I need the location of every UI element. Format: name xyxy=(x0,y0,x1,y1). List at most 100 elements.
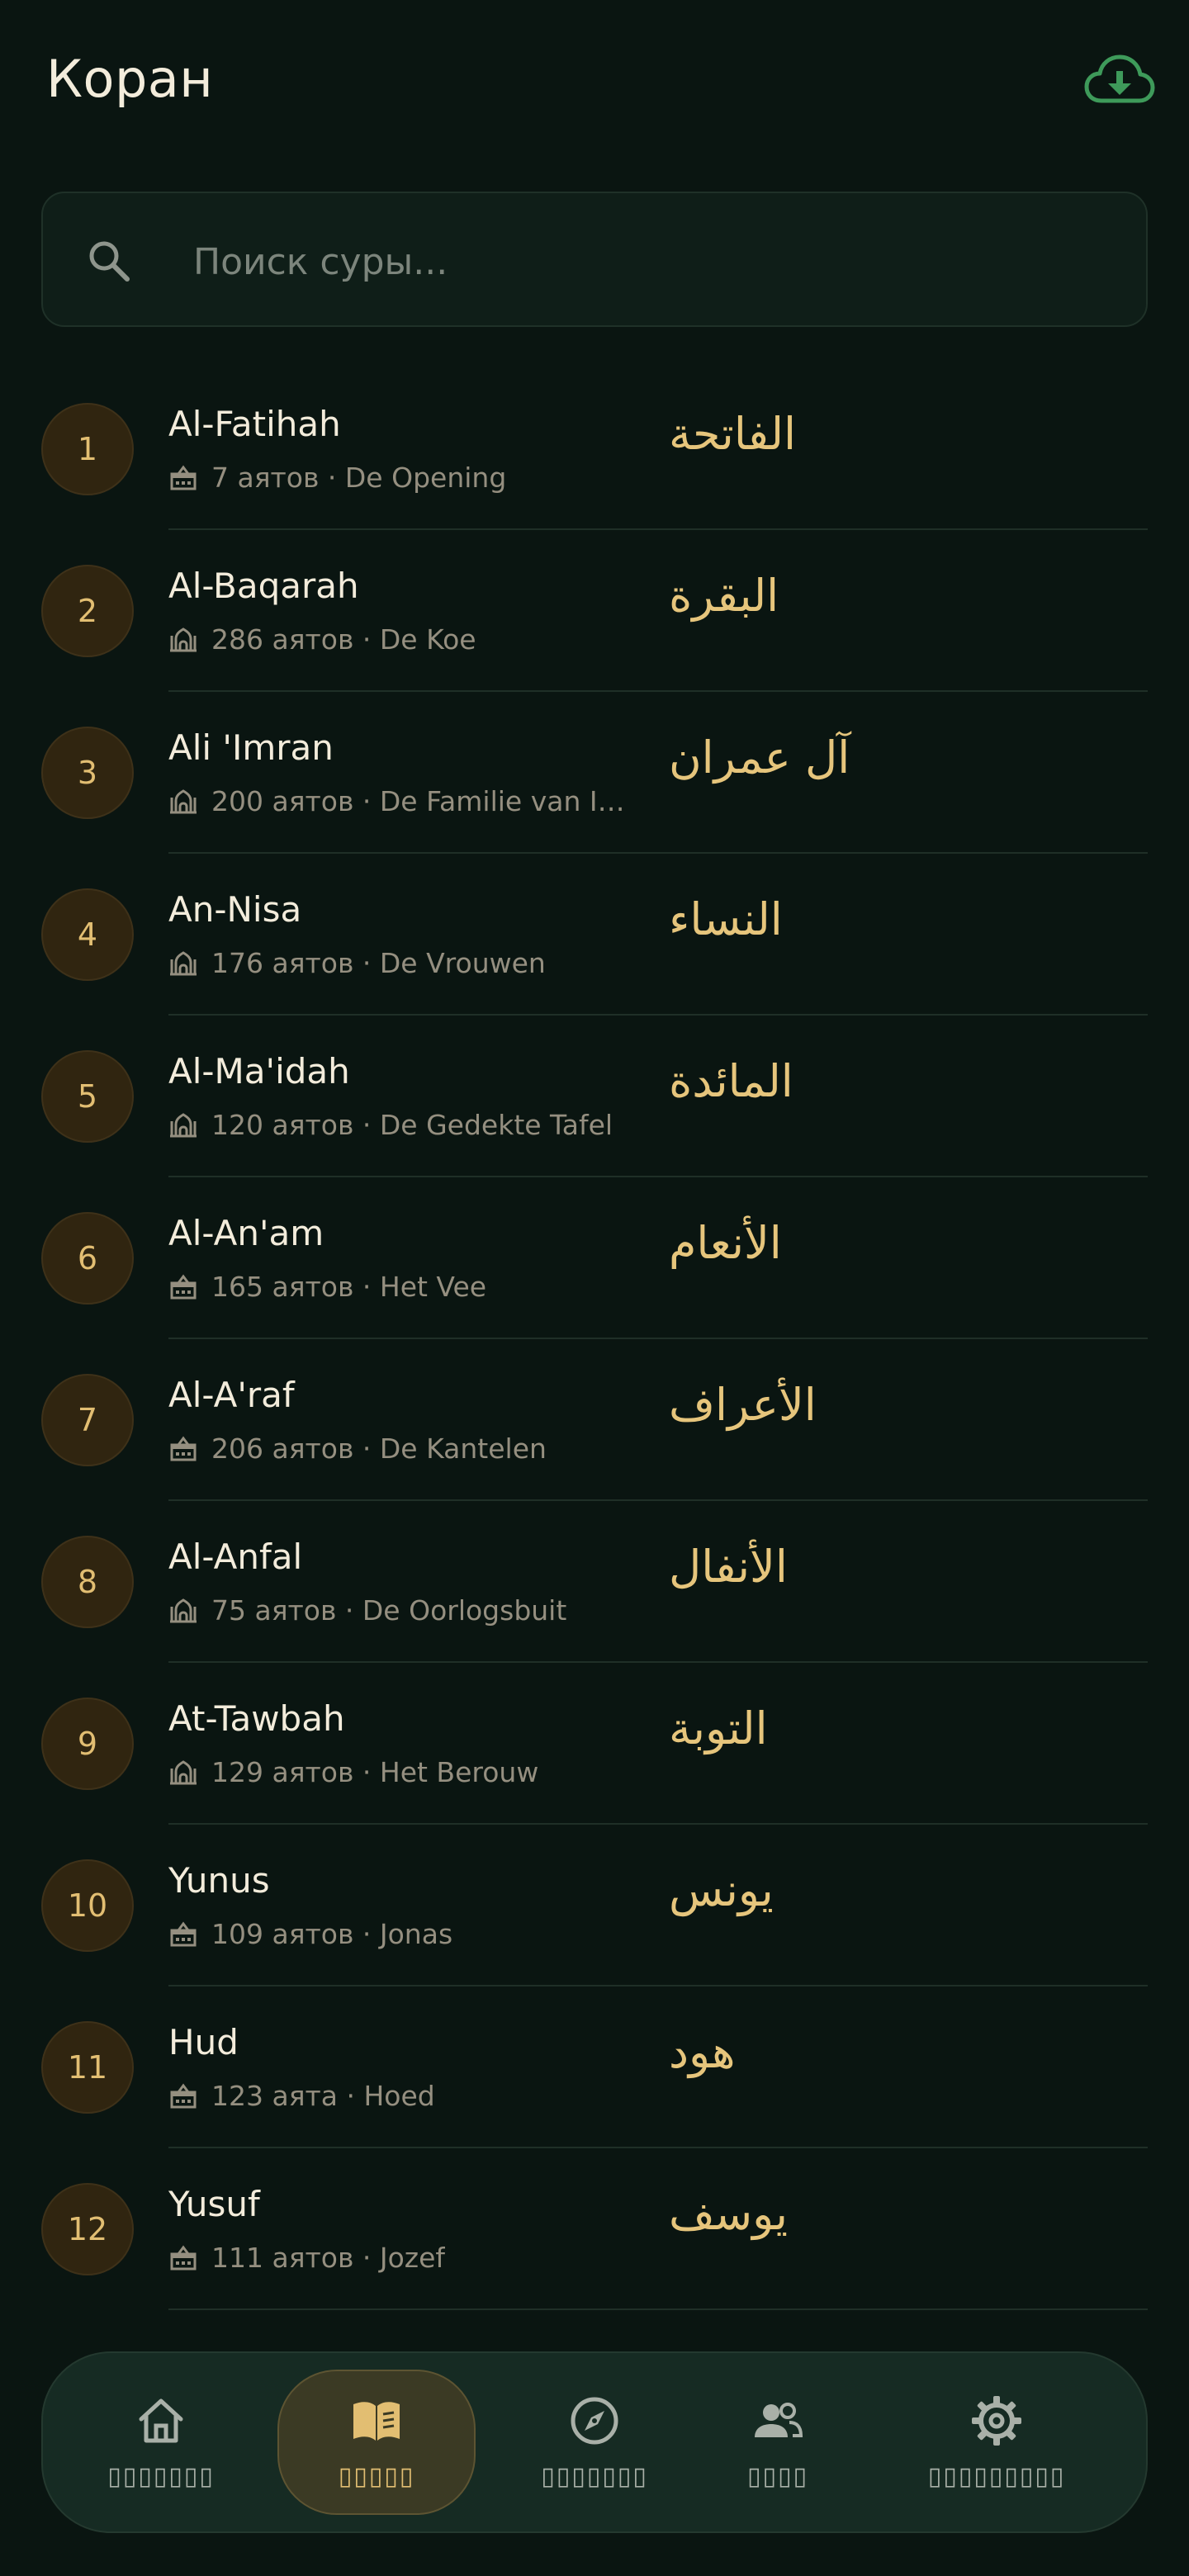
nav-item-qibla[interactable]: ▯▯▯▯▯▯▯ xyxy=(504,2370,685,2515)
people-icon xyxy=(751,2394,804,2447)
surah-row[interactable]: 2 Al-Baqarah 286 аятов · De Koe البقرة xyxy=(0,530,1189,692)
mosque-icon xyxy=(168,1757,198,1787)
surah-meta-text: 120 аятов · De Gedekte Tafel xyxy=(211,1108,613,1141)
surah-meta-text: 75 аятов · De Oorlogsbuit xyxy=(211,1593,567,1627)
surah-arabic-name: المائدة xyxy=(669,1055,793,1107)
surah-name: Al-Baqarah xyxy=(168,566,359,606)
surah-row[interactable]: 6 Al-An'am 165 аятов · Het Vee الأنعام xyxy=(0,1177,1189,1339)
surah-name: Ali 'Imran xyxy=(168,727,334,768)
nav-label: ▯▯▯▯▯ xyxy=(338,2461,415,2491)
surah-number-badge: 7 xyxy=(41,1374,134,1466)
search-bar[interactable] xyxy=(41,192,1148,327)
surah-meta: 200 аятов · De Familie van Imr... xyxy=(168,783,647,819)
mosque-icon xyxy=(168,1595,198,1625)
mosque-icon xyxy=(168,786,198,816)
kaaba-icon xyxy=(168,1919,198,1949)
surah-meta: 165 аятов · Het Vee xyxy=(168,1268,647,1305)
cloud-download-icon xyxy=(1084,54,1155,103)
nav-item-home[interactable]: ▯▯▯▯▯▯▯ xyxy=(74,2370,248,2515)
home-icon xyxy=(135,2394,187,2447)
surah-number-badge: 12 xyxy=(41,2183,134,2275)
surah-meta: 111 аятов · Jozef xyxy=(168,2239,647,2275)
surah-number-badge: 6 xyxy=(41,1212,134,1305)
surah-number-badge: 4 xyxy=(41,888,134,981)
surah-row[interactable]: 5 Al-Ma'idah 120 аятов · De Gedekte Tafel ا… xyxy=(0,1016,1189,1177)
surah-name: Yunus xyxy=(168,1860,270,1901)
surah-row[interactable]: 10 Yunus 109 аятов · Jonas يونس xyxy=(0,1825,1189,1986)
surah-name: Yusuf xyxy=(168,2184,260,2224)
surah-row[interactable]: 7 Al-A'raf 206 аятов · De Kantelen الأعراف xyxy=(0,1339,1189,1501)
surah-meta-text: 206 аятов · De Kantelen xyxy=(211,1432,547,1465)
surah-number-badge: 9 xyxy=(41,1698,134,1790)
search-icon xyxy=(89,241,130,282)
surah-name: Al-An'am xyxy=(168,1213,324,1253)
search-input[interactable] xyxy=(192,226,1120,297)
nav-label: ▯▯▯▯▯▯▯▯▯ xyxy=(927,2461,1066,2491)
nav-item-quran[interactable]: ▯▯▯▯▯ xyxy=(277,2370,476,2515)
surah-meta: 176 аятов · De Vrouwen xyxy=(168,945,647,981)
surah-number-badge: 11 xyxy=(41,2021,134,2114)
surah-arabic-name: هود xyxy=(669,2026,736,2078)
surah-name: Al-Ma'idah xyxy=(168,1051,350,1091)
surah-row[interactable]: 1 Al-Fatihah 7 аятов · De Opening الفاتحة xyxy=(0,368,1189,530)
surah-row[interactable]: 11 Hud 123 аята · Hoed هود xyxy=(0,1986,1189,2148)
surah-meta-text: 129 аятов · Het Berouw xyxy=(211,1755,539,1788)
surah-number-badge: 1 xyxy=(41,403,134,495)
surah-number-badge: 5 xyxy=(41,1050,134,1143)
app-header: Коран xyxy=(0,0,1189,165)
surah-arabic-name: الفاتحة xyxy=(669,408,797,460)
surah-name: Al-A'raf xyxy=(168,1375,295,1415)
surah-meta-text: 123 аята · Hoed xyxy=(211,2079,435,2112)
surah-meta: 7 аятов · De Opening xyxy=(168,459,647,495)
kaaba-icon xyxy=(168,462,198,492)
surah-arabic-name: آل عمران xyxy=(669,732,850,784)
nav-item-community[interactable]: ▯▯▯▯ xyxy=(712,2370,844,2515)
kaaba-icon xyxy=(168,2242,198,2272)
surah-meta: 123 аята · Hoed xyxy=(168,2077,647,2114)
surah-arabic-name: يونس xyxy=(669,1864,774,1916)
surah-name: Al-Fatihah xyxy=(168,404,341,444)
surah-meta: 129 аятов · Het Berouw xyxy=(168,1754,647,1790)
surah-number-badge: 2 xyxy=(41,565,134,657)
surah-arabic-name: البقرة xyxy=(669,570,779,622)
mosque-icon xyxy=(168,948,198,978)
surah-number-badge: 8 xyxy=(41,1536,134,1628)
surah-meta: 120 аятов · De Gedekte Tafel xyxy=(168,1106,647,1143)
surah-meta-text: 7 аятов · De Opening xyxy=(211,461,507,494)
nav-label: ▯▯▯▯▯▯▯ xyxy=(107,2461,215,2491)
surah-number-badge: 3 xyxy=(41,727,134,819)
surah-arabic-name: الأعراف xyxy=(669,1379,817,1431)
surah-meta: 286 аятов · De Koe xyxy=(168,621,647,657)
surah-row[interactable]: 9 At-Tawbah 129 аятов · Het Berouw التوبة xyxy=(0,1663,1189,1825)
surah-meta-text: 111 аятов · Jozef xyxy=(211,2241,446,2274)
surah-arabic-name: التوبة xyxy=(669,1702,768,1754)
nav-item-settings[interactable]: ▯▯▯▯▯▯▯▯▯ xyxy=(869,2370,1125,2515)
surah-arabic-name: يوسف xyxy=(669,2188,789,2240)
gear-icon xyxy=(970,2394,1023,2447)
bottom-navigation: ▯▯▯▯▯▯▯ ▯▯▯▯▯ ▯▯▯▯▯▯▯ ▯▯▯▯ ▯▯▯▯▯▯▯▯▯ xyxy=(41,2351,1148,2533)
kaaba-icon xyxy=(168,1433,198,1463)
surah-meta: 109 аятов · Jonas xyxy=(168,1915,647,1952)
surah-row[interactable]: 8 Al-Anfal 75 аятов · De Oorlogsbuit الأنفا… xyxy=(0,1501,1189,1663)
compass-icon xyxy=(568,2394,621,2447)
mosque-icon xyxy=(168,1110,198,1139)
download-button[interactable] xyxy=(1080,46,1159,112)
surah-meta-text: 109 аятов · Jonas xyxy=(211,1917,453,1950)
kaaba-icon xyxy=(168,1271,198,1301)
surah-row[interactable]: 4 An-Nisa 176 аятов · De Vrouwen النساء xyxy=(0,854,1189,1016)
surah-meta-text: 286 аятов · De Koe xyxy=(211,623,476,656)
surah-name: An-Nisa xyxy=(168,889,302,930)
surah-name: Hud xyxy=(168,2022,239,2062)
page-title: Коран xyxy=(46,49,214,109)
surah-row[interactable]: 3 Ali 'Imran 200 аятов · De Familie van Im… xyxy=(0,692,1189,854)
surah-meta-text: 176 аятов · De Vrouwen xyxy=(211,946,546,979)
surah-meta: 75 аятов · De Oorlogsbuit xyxy=(168,1592,647,1628)
surah-meta: 206 аятов · De Kantelen xyxy=(168,1430,647,1466)
surah-row[interactable]: 12 Yusuf 111 аятов · Jozef يوسف xyxy=(0,2148,1189,2310)
mosque-icon xyxy=(168,624,198,654)
nav-label: ▯▯▯▯ xyxy=(746,2461,809,2491)
nav-label: ▯▯▯▯▯▯▯ xyxy=(541,2461,648,2491)
row-divider xyxy=(168,2308,1148,2310)
book-icon xyxy=(350,2394,403,2447)
surah-list: 1 Al-Fatihah 7 аятов · De Opening الفاتحة 2 A… xyxy=(0,368,1189,2310)
